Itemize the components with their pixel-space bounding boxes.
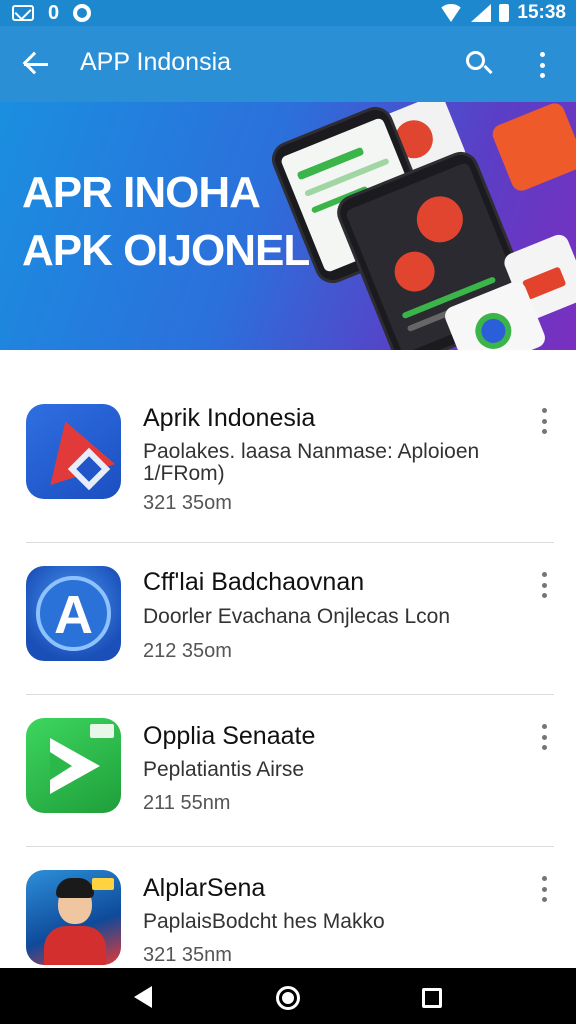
app-name: Cff'lai Badchaovnan — [143, 568, 365, 596]
red-blue-a-app-icon — [26, 404, 121, 499]
app-description: PaplaisBodcht hes Makko — [143, 910, 385, 933]
app-bar: APP Indonsia — [0, 26, 576, 102]
o-notification-icon: 0 — [48, 1, 60, 24]
green-arrow-app-icon — [26, 718, 121, 813]
app-description-line2: 1/FRom) — [143, 462, 225, 485]
app-description: Doorler Evachana Onjlecas Lcon — [143, 605, 451, 628]
list-item[interactable]: A Cff'lai Badchaovnan Doorler Evachana O… — [0, 544, 576, 696]
page-title: APP Indonsia — [80, 48, 232, 76]
app-name: Aprik Indonesia — [143, 404, 316, 432]
app-description: Peplatiantis Airse — [143, 758, 305, 781]
more-vert-icon[interactable] — [536, 724, 552, 750]
more-vert-icon[interactable] — [530, 50, 554, 80]
more-vert-icon[interactable] — [536, 876, 552, 902]
person-portrait-app-icon — [26, 870, 121, 965]
nav-back-icon[interactable] — [134, 986, 152, 1008]
wifi-icon — [439, 4, 464, 22]
banner-headline-1: APR INOHA — [22, 168, 261, 217]
divider — [26, 694, 554, 695]
dot-notification-icon — [73, 4, 92, 22]
nav-recents-icon[interactable] — [422, 988, 442, 1008]
status-right-icons: 15:38 — [439, 1, 566, 25]
app-description: Paolakes. laasa Nanmase: Aploioen — [143, 440, 480, 463]
banner-headline-2: APK OIJONEL — [22, 226, 310, 275]
signal-icon — [471, 4, 492, 22]
app-size: 321 35om — [143, 492, 232, 514]
arrow-back-icon[interactable] — [18, 46, 56, 82]
list-item[interactable]: Opplia Senaate Peplatiantis Airse 211 55… — [0, 696, 576, 848]
divider — [26, 846, 554, 847]
promo-banner[interactable]: APR INOHA APK OIJONEL — [0, 102, 576, 350]
blue-a-circle-app-icon: A — [26, 566, 121, 661]
list-item[interactable]: AlplarSena PaplaisBodcht hes Makko 321 3… — [0, 848, 576, 968]
system-nav-bar — [0, 968, 576, 1024]
nav-home-icon[interactable] — [276, 986, 300, 1010]
more-vert-icon[interactable] — [536, 572, 552, 598]
search-icon[interactable] — [462, 48, 496, 82]
app-size: 211 55nm — [143, 792, 231, 814]
app-name: AlplarSena — [143, 874, 266, 902]
more-vert-icon[interactable] — [536, 408, 552, 434]
status-time: 15:38 — [517, 2, 566, 23]
app-name: Opplia Senaate — [143, 722, 316, 750]
status-bar: 0 15:38 — [0, 0, 576, 26]
list-item[interactable]: Aprik Indonesia Paolakes. laasa Nanmase:… — [0, 384, 576, 536]
app-size: 321 35nm — [143, 944, 232, 966]
divider — [26, 542, 554, 543]
mail-icon — [12, 5, 34, 21]
battery-icon — [499, 4, 510, 22]
app-list: Aprik Indonesia Paolakes. laasa Nanmase:… — [0, 358, 576, 968]
status-left-icons: 0 — [12, 1, 92, 24]
banner-app-card-icon — [489, 102, 576, 194]
app-size: 212 35om — [143, 640, 232, 662]
